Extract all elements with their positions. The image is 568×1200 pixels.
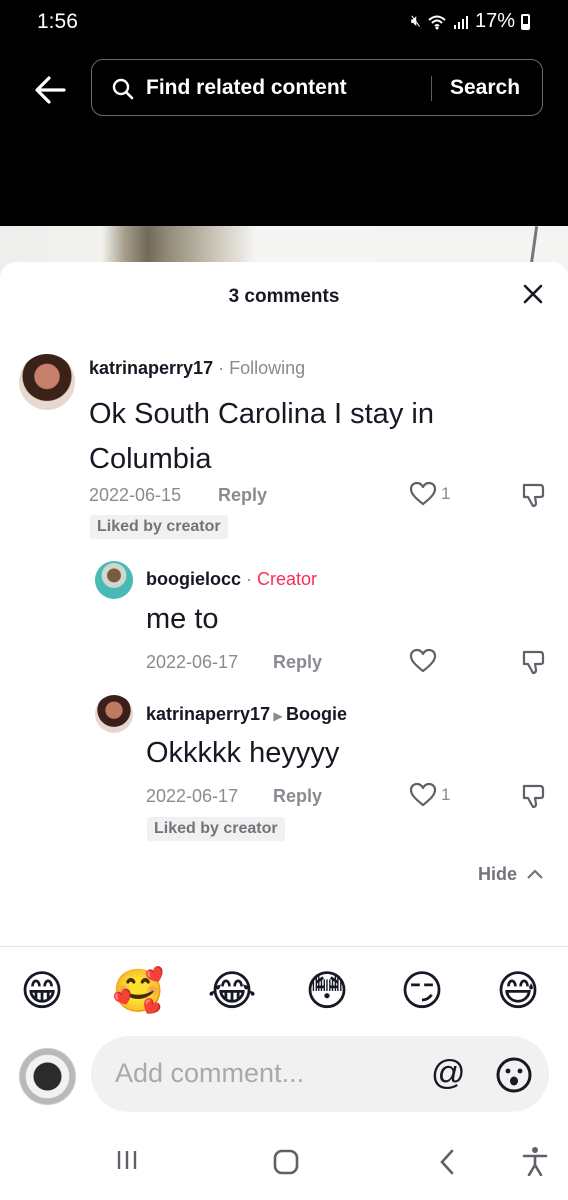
search-bar[interactable]: Find related content Search (91, 59, 543, 116)
status-bar: 1:56 🔇︎ 17% (0, 0, 568, 46)
heart-icon[interactable] (409, 782, 437, 808)
username-text[interactable]: boogielocc (146, 569, 241, 589)
signal-icon (453, 15, 468, 29)
search-divider (431, 76, 432, 101)
reply-date: 2022-06-17 (146, 786, 239, 806)
search-input[interactable]: Find related content (146, 76, 347, 100)
emoji-smirk[interactable]: 😏 (397, 966, 447, 1016)
liked-by-creator-badge: Liked by creator (147, 817, 285, 841)
dislike-icon[interactable] (520, 482, 546, 508)
avatar[interactable] (95, 695, 133, 733)
comment-text-line: Ok South Carolina I stay in (89, 398, 434, 430)
status-time: 1:56 (37, 10, 78, 33)
back-arrow-icon[interactable] (30, 70, 70, 110)
my-avatar[interactable] (19, 1048, 76, 1105)
username-text[interactable]: katrinaperry17 (146, 704, 270, 724)
back-icon[interactable] (437, 1148, 457, 1176)
close-icon[interactable] (521, 282, 545, 306)
reply-text: Okkkkk heyyyy (146, 737, 340, 769)
comment-username[interactable]: katrinaperry17 · Following (89, 358, 305, 379)
chevron-up-icon (527, 869, 543, 879)
dislike-icon[interactable] (520, 783, 546, 809)
username-separator: · (241, 569, 258, 589)
comment-input[interactable]: Add comment... (115, 1058, 304, 1089)
mention-button[interactable]: @ (431, 1054, 466, 1093)
hide-label[interactable]: Hide (478, 864, 517, 884)
liked-by-creator-badge: Liked by creator (90, 515, 228, 539)
reply-button[interactable]: Reply (273, 786, 322, 807)
like-count: 1 (441, 785, 451, 804)
emoji-grin[interactable]: 😁 (17, 966, 67, 1016)
status-right: 🔇︎ 17% (411, 10, 530, 33)
heart-icon[interactable] (409, 648, 437, 674)
battery-percent: 17% (474, 10, 515, 32)
comments-sheet: 3 comments katrinaperry17 · Following Ok… (0, 262, 568, 1200)
hide-replies-button[interactable]: Hide (478, 864, 544, 885)
dislike-icon[interactable] (520, 649, 546, 675)
search-button[interactable]: Search (450, 76, 520, 100)
recent-apps-icon[interactable] (115, 1148, 139, 1172)
username-text[interactable]: katrinaperry17 (89, 358, 213, 378)
creator-label: Creator (257, 569, 318, 589)
reply-username[interactable]: katrinaperry17 ▶ Boogie (146, 704, 347, 725)
comment-text: Ok South Carolina I stay in Columbia (89, 392, 434, 482)
heart-icon[interactable] (409, 481, 437, 507)
comments-count-title: 3 comments (228, 286, 340, 307)
avatar[interactable] (19, 354, 75, 410)
reply-date: 2022-06-17 (146, 652, 239, 672)
home-icon[interactable] (272, 1148, 300, 1176)
emoji-joy[interactable]: 😂 (207, 966, 257, 1016)
comment-text-line: Columbia (89, 443, 212, 475)
comment-date: 2022-06-15 (89, 485, 182, 505)
reply-button[interactable]: Reply (273, 652, 322, 673)
mute-icon: 🔇︎ (410, 12, 421, 30)
reply-to-user[interactable]: Boogie (286, 704, 347, 724)
like-count: 1 (441, 484, 451, 503)
username-separator: · (213, 358, 230, 378)
emoji-picker-icon[interactable] (495, 1056, 533, 1094)
reply-button[interactable]: Reply (218, 485, 267, 506)
accessibility-icon[interactable] (522, 1146, 548, 1176)
following-label: Following (229, 358, 306, 378)
avatar[interactable] (95, 561, 133, 599)
emoji-flushed[interactable]: 😳 (302, 966, 352, 1016)
battery-icon (521, 13, 530, 30)
reply-text: me to (146, 603, 219, 635)
system-nav-bar (0, 1126, 568, 1200)
reply-to-arrow-icon: ▶ (270, 709, 286, 723)
reply-username[interactable]: boogielocc · Creator (146, 569, 317, 590)
add-comment-field[interactable]: Add comment... @ (91, 1036, 549, 1112)
search-icon (112, 78, 134, 100)
wifi-icon (428, 15, 446, 29)
emoji-sweat-smile[interactable]: 😅 (493, 966, 543, 1016)
divider (0, 946, 568, 947)
emoji-smiling-hearts[interactable]: 🥰 (112, 966, 164, 1016)
